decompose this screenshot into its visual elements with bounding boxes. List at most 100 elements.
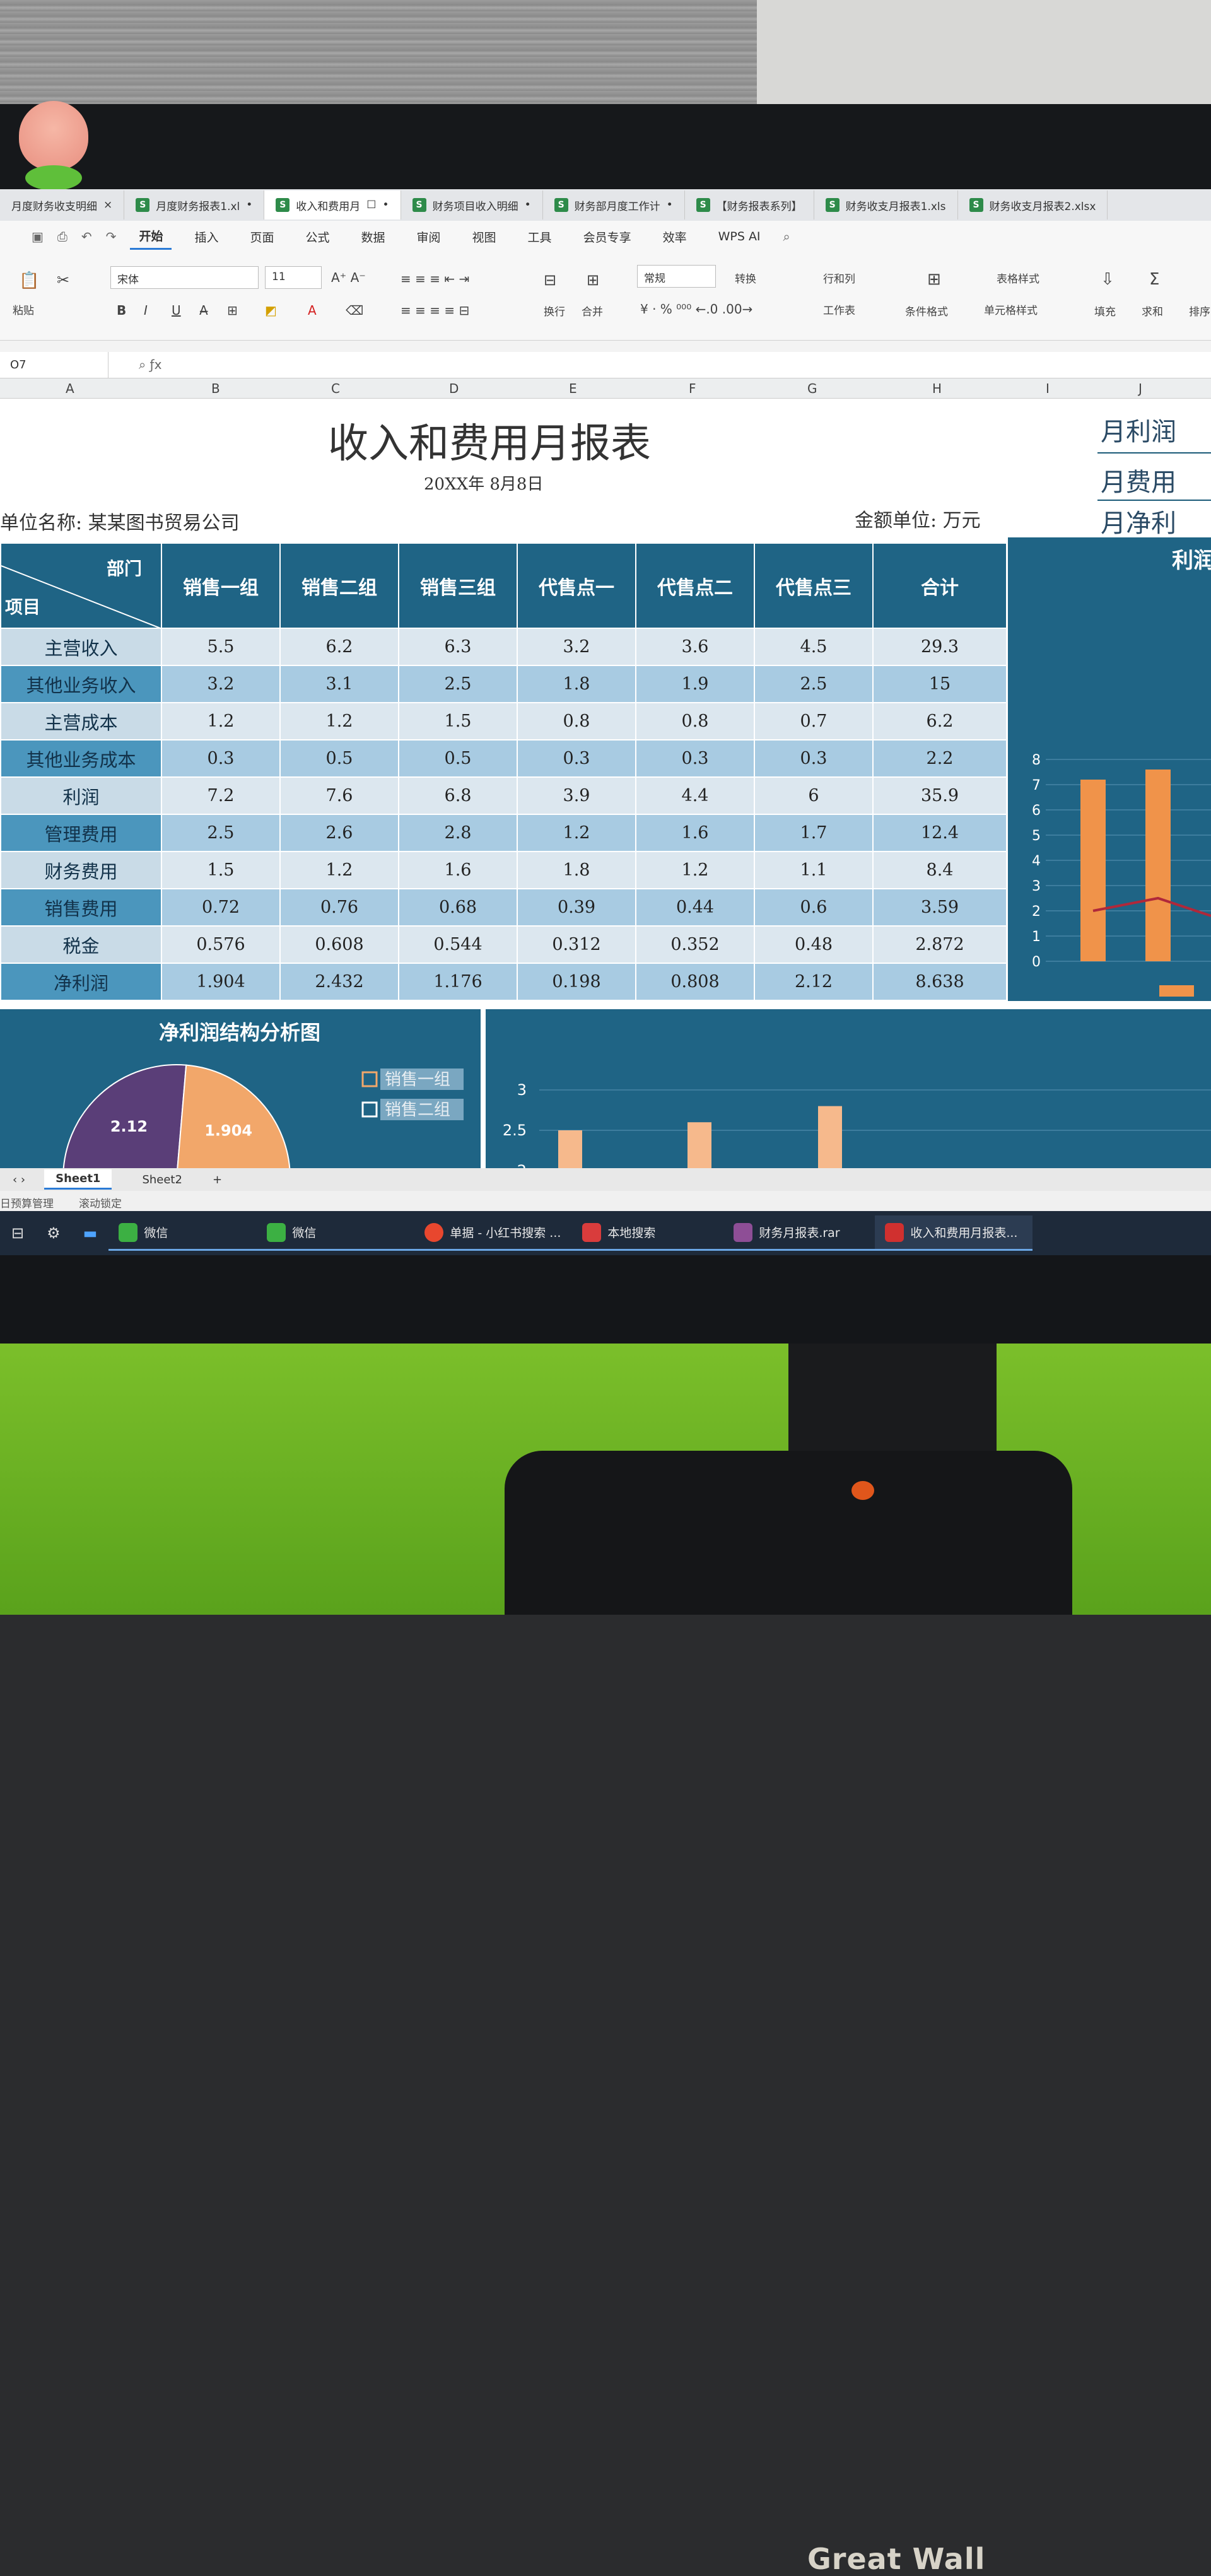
sheet-tab-1[interactable]: Sheet1 [44,1169,112,1190]
column-header[interactable]: H [932,381,942,396]
table-cell[interactable]: 1.6 [398,851,518,889]
search-icon[interactable]: ⌕ [783,229,790,244]
clipboard-icon[interactable]: 📋 [19,271,39,290]
taskbar-app-chrome[interactable]: 单据 - 小红书搜索 ... [414,1215,573,1251]
name-box[interactable]: O7 [0,352,108,378]
row-label[interactable]: 主营收入 [0,628,162,666]
doc-tab[interactable]: S 财务项目收入明细 • [401,190,543,220]
row-label[interactable]: 其他业务成本 [0,739,162,778]
table-cell[interactable]: 1.7 [754,814,874,852]
fill-color-icon[interactable]: ◩ [265,303,277,318]
worksheet-button[interactable]: 工作表 [823,302,855,317]
fx-icon[interactable]: ⌕ ƒx [139,357,161,372]
cond-format-icon[interactable]: ⊞ [927,270,941,289]
column-header[interactable]: I [1046,381,1050,396]
table-cell[interactable]: 7.6 [279,776,399,815]
cell-style-button[interactable]: 单元格样式 [984,302,1038,317]
summary-monthly-expense[interactable]: 月费用 [1101,462,1176,498]
fill-button[interactable]: 填充 [1094,303,1116,319]
table-cell[interactable]: 3.6 [635,628,755,666]
menu-review[interactable]: 审阅 [408,225,450,249]
net-profit-pie-chart[interactable]: 净利润结构分析图 2.12 1.904 销售一组 销售二组 [0,1009,481,1179]
table-cell[interactable]: 3.59 [872,888,1007,927]
column-header[interactable]: C [331,381,340,396]
column-header[interactable]: J [1138,381,1142,396]
table-cell[interactable]: 0.576 [161,925,281,964]
column-header[interactable]: F [689,381,696,396]
table-cell[interactable]: 0.39 [517,888,636,927]
row-label[interactable]: 净利润 [0,963,162,1001]
table-cell[interactable]: 0.72 [161,888,281,927]
row-label[interactable]: 主营成本 [0,702,162,741]
row-label[interactable]: 税金 [0,925,162,964]
doc-tab-active[interactable]: S 收入和费用月 ☐ • [264,190,401,220]
table-cell[interactable]: 2.8 [398,814,518,852]
bold-button[interactable]: B [117,303,126,318]
table-cell[interactable]: 0.808 [635,963,755,1001]
status-budget[interactable]: 日预算管理 [0,1195,54,1211]
bottom-bar-chart[interactable]: 2 2.5 3 [486,1009,1211,1180]
redo-icon[interactable]: ↷ [106,229,117,244]
table-cell[interactable]: 4.4 [635,776,755,815]
close-icon[interactable]: • [383,199,389,211]
column-header[interactable]: A [66,381,74,396]
table-cell[interactable]: 15 [872,665,1007,703]
table-cell[interactable]: 0.7 [754,702,874,741]
taskbar-app-wps[interactable]: 收入和费用月报表... [875,1215,1033,1251]
font-name-select[interactable]: 宋体 [110,266,259,289]
settings-icon[interactable]: ⚙ [35,1224,72,1242]
sheet-tab-2[interactable]: Sheet2 [131,1171,194,1189]
close-icon[interactable]: • [667,199,673,211]
unit-name[interactable]: 单位名称: 某某图书贸易公司 [0,507,240,535]
table-style-button[interactable]: 表格样式 [997,270,1039,286]
column-title[interactable]: 代售点三 [754,542,874,629]
grow-font-icon[interactable]: A⁺ A⁻ [331,270,366,285]
table-cell[interactable]: 3.1 [279,665,399,703]
column-header[interactable]: G [807,381,817,396]
column-title[interactable]: 合计 [872,542,1007,629]
close-icon[interactable]: • [525,199,531,211]
table-cell[interactable]: 0.198 [517,963,636,1001]
sheet-nav-icon[interactable]: ‹ › [13,1173,25,1186]
wrap-button[interactable]: 换行 [544,303,565,319]
taskbar-app-archive[interactable]: 财务月报表.rar [723,1215,875,1251]
summary-monthly-net[interactable]: 月净利 [1101,503,1176,539]
sort-button[interactable]: 排序 [1189,303,1210,319]
convert-button[interactable]: 转换 [735,270,756,286]
number-format-select[interactable]: 常规 [637,265,716,288]
table-cell[interactable]: 1.2 [635,851,755,889]
table-cell[interactable]: 6 [754,776,874,815]
taskbar-app-wechat[interactable]: 微信 [257,1215,415,1251]
table-cell[interactable]: 35.9 [872,776,1007,815]
currency-icon[interactable]: ¥ · % ⁰⁰⁰ ←.0 .00→ [640,302,752,317]
table-cell[interactable]: 8.4 [872,851,1007,889]
menu-page[interactable]: 页面 [241,225,283,249]
table-cell[interactable]: 1.6 [635,814,755,852]
align-left-icon[interactable]: ≡ ≡ ≡ ≡ ⊟ [401,303,469,318]
table-cell[interactable]: 7.2 [161,776,281,815]
table-cell[interactable]: 0.544 [398,925,518,964]
border-icon[interactable]: ⊞ [227,303,238,318]
status-scroll-lock[interactable]: 滚动锁定 [79,1195,122,1211]
table-cell[interactable]: 0.5 [398,739,518,778]
menu-home[interactable]: 开始 [130,223,172,250]
row-label[interactable]: 其他业务收入 [0,665,162,703]
table-cell[interactable]: 3.2 [161,665,281,703]
rows-cols-button[interactable]: 行和列 [823,270,855,286]
column-title[interactable]: 代售点一 [517,542,636,629]
table-cell[interactable]: 1.176 [398,963,518,1001]
row-label[interactable]: 销售费用 [0,888,162,927]
table-cell[interactable]: 0.352 [635,925,755,964]
table-cell[interactable]: 6.3 [398,628,518,666]
menu-data[interactable]: 数据 [353,225,394,249]
sum-icon[interactable]: Σ [1149,270,1159,289]
menu-efficiency[interactable]: 效率 [654,225,696,249]
table-cell[interactable]: 12.4 [872,814,1007,852]
table-cell[interactable]: 2.6 [279,814,399,852]
table-cell[interactable]: 0.76 [279,888,399,927]
save-icon[interactable]: ▣ [32,229,44,244]
table-cell[interactable]: 3.2 [517,628,636,666]
table-cell[interactable]: 5.5 [161,628,281,666]
table-cell[interactable]: 0.8 [635,702,755,741]
doc-tab[interactable]: S 财务收支月报表2.xlsx [958,190,1108,220]
